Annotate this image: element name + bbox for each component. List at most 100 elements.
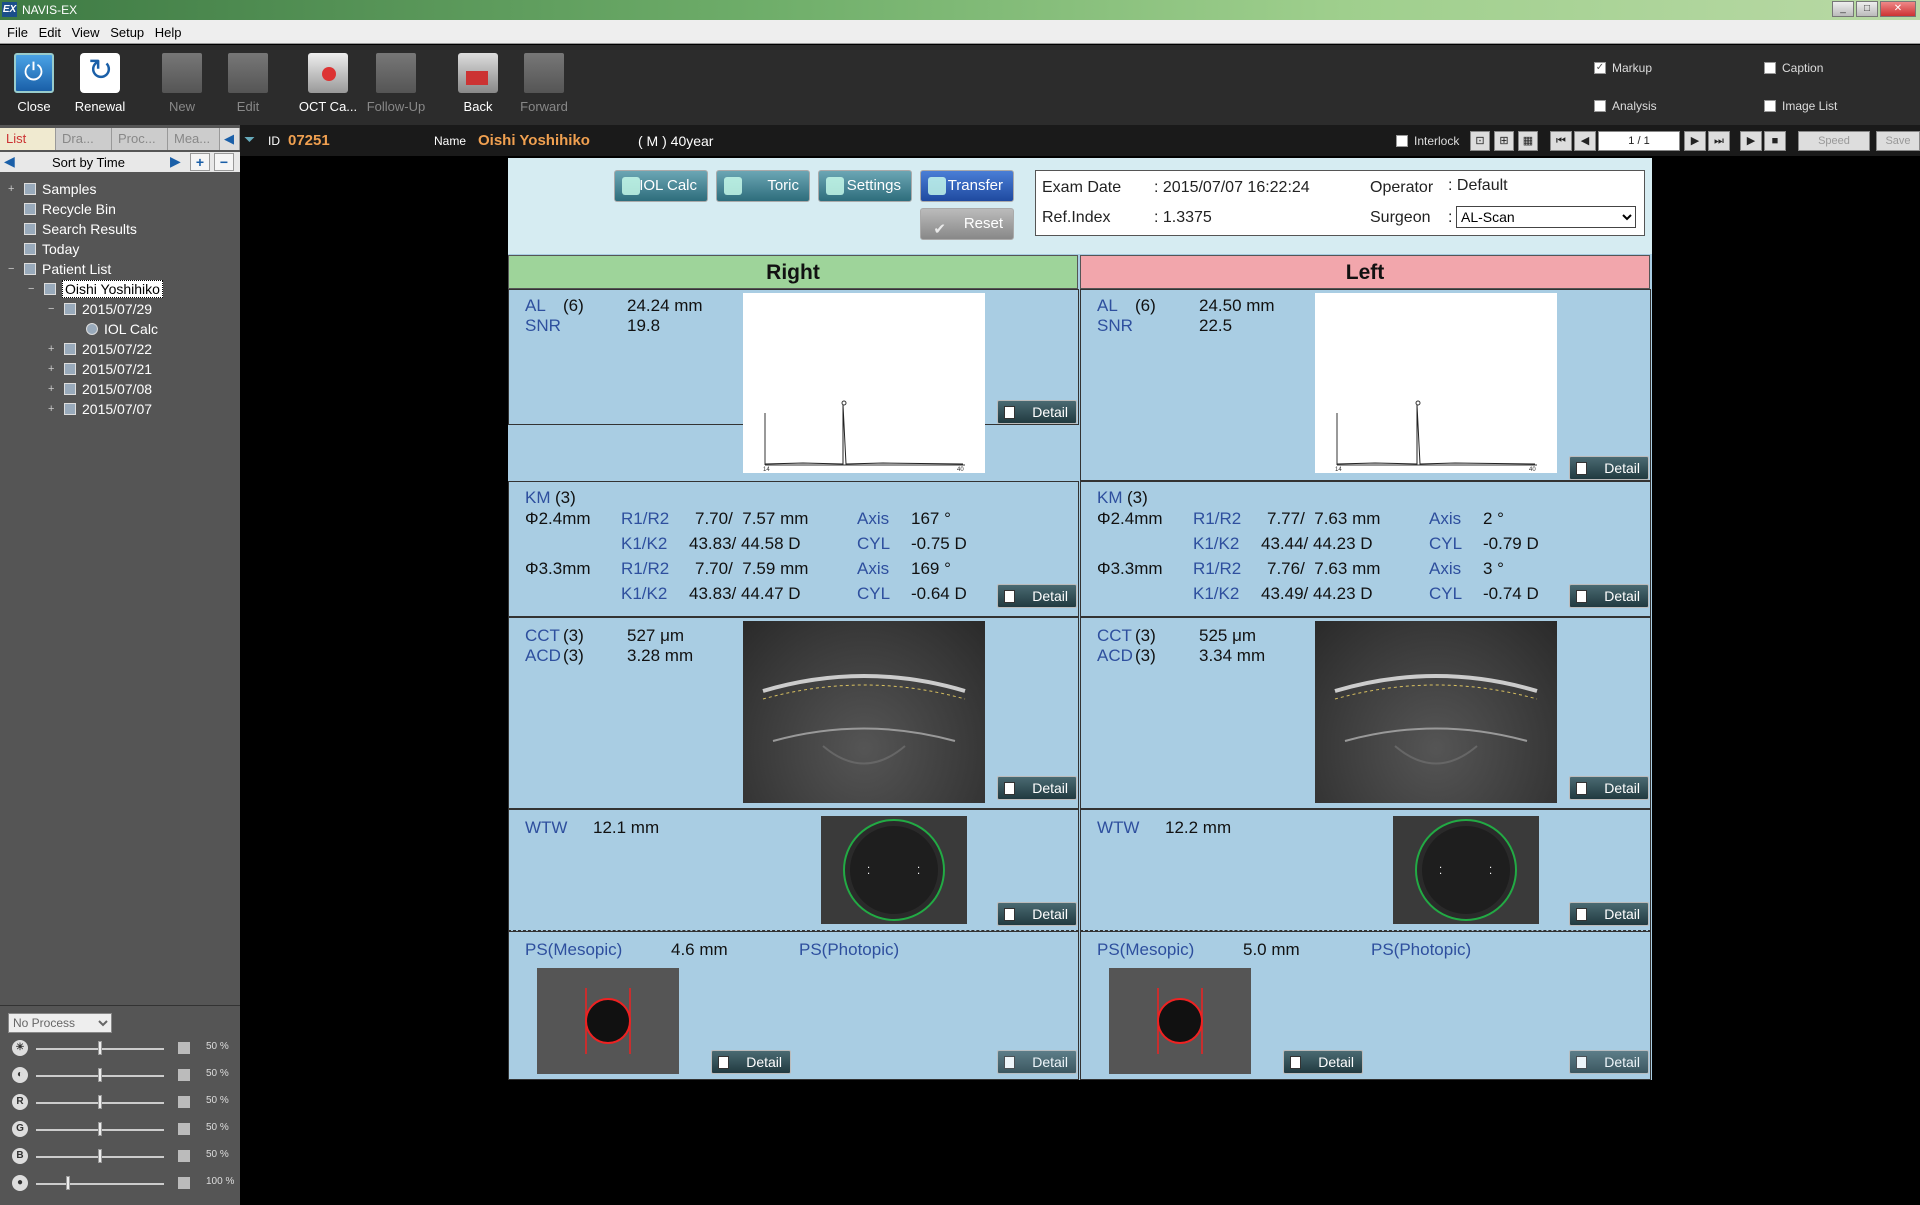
renewal-button[interactable]: Renewal [68,53,132,114]
close-button[interactable]: Close [2,53,66,114]
window-controls: _ □ ✕ [1832,1,1916,17]
zoom-expand-icon[interactable]: ⊞ [1494,131,1514,151]
add-icon[interactable]: + [190,153,210,171]
maximize-icon[interactable]: □ [1856,1,1878,17]
toric-button[interactable]: Toric [716,170,810,202]
refresh-icon [80,53,120,93]
left-ps-photopic-detail-button[interactable]: Detail [1569,1050,1649,1074]
tree-date-2[interactable]: +2015/07/22 [48,339,152,359]
detail-icon [1290,1056,1301,1069]
blue-slider[interactable]: B 50 % [8,1146,238,1168]
left-al-value: 24.50 mm [1199,296,1275,315]
brightness-icon: ☀ [12,1040,28,1056]
transfer-button[interactable]: Transfer [920,170,1014,202]
markup-checkbox[interactable]: ✓ Markup [1594,61,1652,75]
menu-edit[interactable]: Edit [32,20,61,40]
svg-text:40: 40 [1529,467,1536,473]
first-page-icon[interactable]: ⏮ [1550,131,1572,151]
tab-list[interactable]: List [0,128,56,150]
left-ps-mesopic-detail-button[interactable]: Detail [1283,1050,1363,1074]
menu-setup[interactable]: Setup [103,20,144,40]
tree-patient[interactable]: − Oishi Yoshihiko [28,279,163,299]
patient-name: Oishi Yoshihiko [478,132,590,149]
minimize-icon[interactable]: _ [1832,1,1854,17]
green-slider[interactable]: G 50 % [8,1119,238,1141]
tab-measure[interactable]: Mea... [168,128,220,150]
tree-search-results[interactable]: Search Results [10,219,137,239]
right-ps-mesopic-detail-button[interactable]: Detail [711,1050,791,1074]
oct-capture-button[interactable]: OCT Ca... [296,53,360,114]
gamma-slider[interactable]: ● 100 % [8,1173,238,1195]
right-ps-photopic-detail-button[interactable]: Detail [997,1050,1077,1074]
page-indicator[interactable]: 1 / 1 [1598,131,1680,151]
tree-patient-list[interactable]: − Patient List [8,259,111,279]
contrast-slider[interactable]: ◐ 50 % [8,1065,238,1087]
new-button[interactable]: New [150,53,214,114]
red-slider[interactable]: R 50 % [8,1092,238,1114]
toolbar: Close Renewal New Edit OCT Ca... Follow-… [0,45,1920,125]
left-cct-detail-button[interactable]: Detail [1569,776,1649,800]
left-wtw-value: 12.2 mm [1165,818,1232,837]
exam-icon [64,363,76,375]
menu-file[interactable]: File [0,20,28,40]
reset-button[interactable]: ✔ Reset [920,208,1014,240]
tree-date-1[interactable]: −2015/07/29 [48,299,152,319]
recycle-bin-icon [24,203,36,215]
settings-button[interactable]: Settings [818,170,912,202]
collapse-sidebar-icon[interactable]: ◀ [220,128,240,150]
menu-help[interactable]: Help [148,20,182,40]
exam-icon [64,383,76,395]
detail-icon [1004,590,1015,603]
sort-prev-icon[interactable]: ◀ [4,153,15,170]
left-al-detail-button[interactable]: Detail [1569,456,1649,480]
save-button[interactable]: Save [1876,131,1920,151]
tree-iol-calc[interactable]: IOL Calc [86,319,158,339]
tab-draw[interactable]: Dra... [56,128,112,150]
right-al-detail-button[interactable]: Detail [997,400,1077,424]
prev-page-icon[interactable]: ◀ [1574,131,1596,151]
tree-date-4[interactable]: +2015/07/08 [48,379,152,399]
surgeon-select[interactable]: AL-Scan [1456,206,1636,228]
tree-samples[interactable]: + Samples [8,179,96,199]
edit-document-icon [228,53,268,93]
detail-icon [1004,908,1015,921]
iol-calc-button[interactable]: IOL Calc [614,170,708,202]
exam-date: : 2015/07/07 16:22:24 [1154,179,1310,196]
tab-process[interactable]: Proc... [112,128,168,150]
remove-icon[interactable]: − [214,153,234,171]
zoom-fit-icon[interactable]: ⊡ [1470,131,1490,151]
edit-button[interactable]: Edit [216,53,280,114]
right-cct-value: 527 μm [627,626,685,645]
menu-view[interactable]: View [65,20,100,40]
brightness-slider[interactable]: ☀ 50 % [8,1038,238,1060]
back-button[interactable]: Back [446,53,510,114]
process-select[interactable]: No Process [8,1013,112,1033]
right-wtw-detail-button[interactable]: Detail [997,902,1077,926]
detail-icon [1576,782,1587,795]
tree-date-5[interactable]: +2015/07/07 [48,399,152,419]
stop-icon[interactable]: ■ [1764,131,1786,151]
right-km-detail-button[interactable]: Detail [997,584,1077,608]
image-list-checkbox[interactable]: Image List [1764,99,1837,113]
follow-up-button[interactable]: Follow-Up [364,53,428,114]
sort-next-icon[interactable]: ▶ [170,153,181,170]
detail-icon [1004,406,1015,419]
interlock-checkbox[interactable]: Interlock [1396,134,1459,148]
forward-button[interactable]: Forward [512,53,576,114]
play-icon[interactable]: ▶ [1740,131,1762,151]
speed-button[interactable]: Speed [1798,131,1870,151]
last-page-icon[interactable]: ⏭ [1708,131,1730,151]
left-wtw-detail-button[interactable]: Detail [1569,902,1649,926]
grid-view-icon[interactable]: ▦ [1518,131,1538,151]
filter-icon[interactable]: ⏷ [244,131,255,148]
tree-today[interactable]: Today [10,239,79,259]
tree-date-3[interactable]: +2015/07/21 [48,359,152,379]
left-km-detail-button[interactable]: Detail [1569,584,1649,608]
analysis-checkbox[interactable]: Analysis [1594,99,1657,113]
next-page-icon[interactable]: ▶ [1684,131,1706,151]
caption-checkbox[interactable]: Caption [1764,61,1823,75]
close-window-icon[interactable]: ✕ [1880,1,1916,17]
gamma-icon: ● [12,1175,28,1191]
right-cct-detail-button[interactable]: Detail [997,776,1077,800]
tree-recycle-bin[interactable]: Recycle Bin [10,199,116,219]
